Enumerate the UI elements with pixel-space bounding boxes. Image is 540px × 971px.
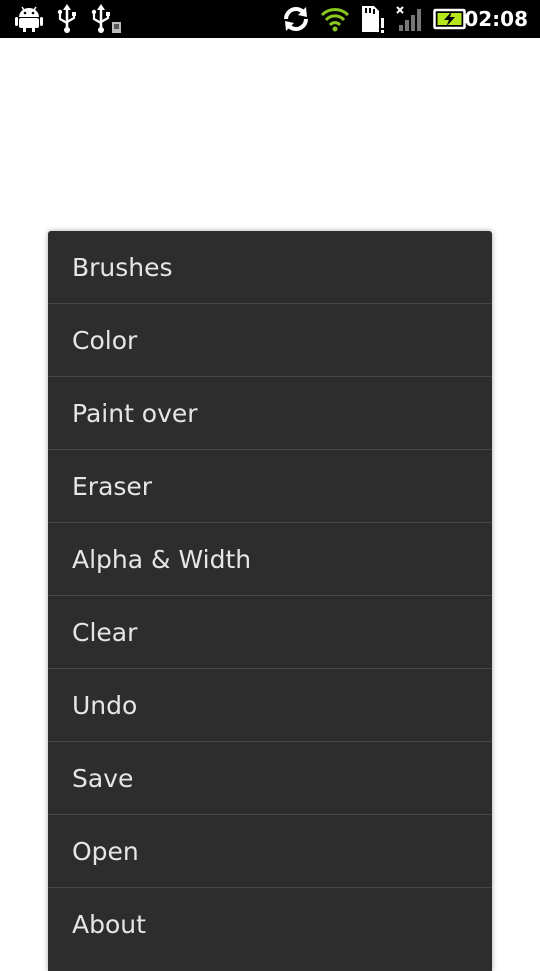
menu-item-open[interactable]: Open xyxy=(48,815,492,888)
usb-storage-icon xyxy=(88,0,124,38)
menu-item-undo[interactable]: Undo xyxy=(48,669,492,742)
menu-item-alpha-width[interactable]: Alpha & Width xyxy=(48,523,492,596)
menu-item-label: Save xyxy=(72,763,134,793)
menu-item-about[interactable]: About xyxy=(48,888,492,961)
sd-card-icon xyxy=(358,0,388,38)
sync-icon xyxy=(278,0,314,38)
status-clock: 02:08 xyxy=(464,7,528,31)
status-bar: 02:08 xyxy=(0,0,540,38)
options-menu: Brushes Color Paint over Eraser Alpha & … xyxy=(48,231,492,971)
menu-item-label: Eraser xyxy=(72,471,153,501)
menu-item-color[interactable]: Color xyxy=(48,304,492,377)
menu-item-eraser[interactable]: Eraser xyxy=(48,450,492,523)
menu-item-label: Paint over xyxy=(72,398,198,428)
menu-item-label: Brushes xyxy=(72,252,173,282)
no-signal-icon xyxy=(394,0,426,38)
menu-item-label: About xyxy=(72,910,146,939)
menu-item-label: Open xyxy=(72,836,139,866)
usb-icon xyxy=(54,0,80,38)
android-debug-icon xyxy=(14,0,44,38)
menu-item-save[interactable]: Save xyxy=(48,742,492,815)
wifi-icon xyxy=(318,0,352,38)
menu-item-clear[interactable]: Clear xyxy=(48,596,492,669)
menu-item-label: Clear xyxy=(72,617,138,647)
menu-item-label: Color xyxy=(72,325,138,355)
menu-item-label: Undo xyxy=(72,690,138,720)
menu-item-brushes[interactable]: Brushes xyxy=(48,231,492,304)
menu-item-label: Alpha & Width xyxy=(72,544,252,574)
menu-item-paint-over[interactable]: Paint over xyxy=(48,377,492,450)
